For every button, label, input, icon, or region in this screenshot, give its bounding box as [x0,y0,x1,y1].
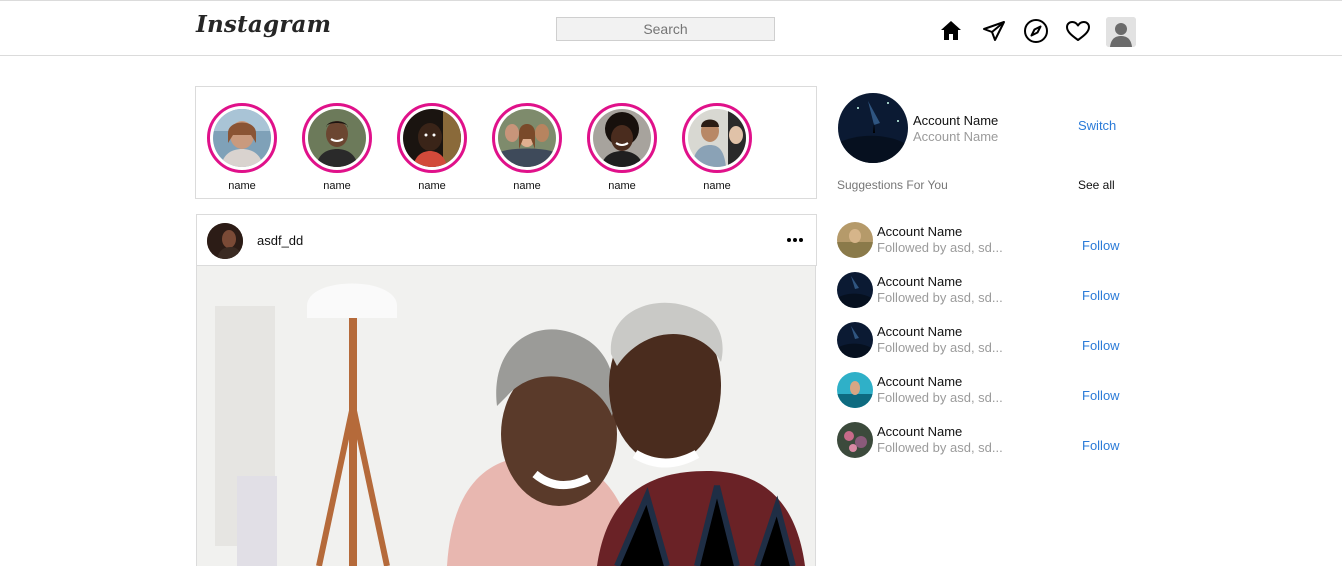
suggestion-name[interactable]: Account Name [877,424,962,439]
profile-avatar[interactable] [1106,17,1136,47]
direct-message-icon[interactable] [981,18,1007,44]
follow-button[interactable]: Follow [1082,338,1120,353]
suggestion-row: Account Name Followed by asd, sd... Foll… [837,422,1137,462]
activity-heart-icon[interactable] [1065,18,1091,44]
story-item[interactable]: name [299,103,375,192]
suggestions-heading: Suggestions For You [837,178,948,192]
story-item[interactable]: name [204,103,280,192]
suggestion-avatar[interactable] [837,272,873,308]
story-avatar [403,109,461,167]
story-item[interactable]: name [679,103,755,192]
suggestion-avatar[interactable] [837,372,873,408]
suggestion-followed-by: Followed by asd, sd... [877,240,1003,255]
story-item[interactable]: name [584,103,660,192]
current-user-name[interactable]: Account Name [913,113,998,128]
top-nav-bar: Instagram [0,0,1342,56]
story-name: name [228,180,256,192]
suggestion-followed-by: Followed by asd, sd... [877,390,1003,405]
story-item[interactable]: name [394,103,470,192]
story-item[interactable]: name [489,103,565,192]
current-user-subtitle: Account Name [913,129,999,144]
post-username[interactable]: asdf_dd [257,233,303,248]
story-avatar [308,109,366,167]
more-options-icon[interactable] [786,231,804,254]
story-name: name [608,180,636,192]
story-avatar [593,109,651,167]
suggestion-name[interactable]: Account Name [877,374,962,389]
story-name: name [418,180,446,192]
follow-button[interactable]: Follow [1082,288,1120,303]
suggestion-followed-by: Followed by asd, sd... [877,440,1003,455]
current-user-avatar[interactable] [838,93,908,163]
post-header: asdf_dd [196,214,817,266]
stories-tray: name name name name name name [195,86,817,199]
explore-icon[interactable] [1023,18,1049,44]
suggestion-avatar[interactable] [837,222,873,258]
follow-button[interactable]: Follow [1082,438,1120,453]
suggestion-row: Account Name Followed by asd, sd... Foll… [837,222,1137,262]
suggestion-row: Account Name Followed by asd, sd... Foll… [837,272,1137,312]
follow-button[interactable]: Follow [1082,388,1120,403]
home-icon[interactable] [938,18,964,44]
story-name: name [323,180,351,192]
instagram-logo[interactable]: Instagram [196,11,331,38]
suggestion-name[interactable]: Account Name [877,224,962,239]
suggestion-row: Account Name Followed by asd, sd... Foll… [837,372,1137,412]
story-name: name [513,180,541,192]
see-all-link[interactable]: See all [1078,178,1115,192]
post-image[interactable] [196,266,816,566]
story-avatar [498,109,556,167]
search-input[interactable] [556,17,775,41]
switch-account-link[interactable]: Switch [1078,118,1116,133]
suggestion-name[interactable]: Account Name [877,274,962,289]
story-name: name [703,180,731,192]
follow-button[interactable]: Follow [1082,238,1120,253]
post-author-avatar[interactable] [207,223,243,259]
suggestion-followed-by: Followed by asd, sd... [877,340,1003,355]
story-avatar [213,109,271,167]
suggestion-followed-by: Followed by asd, sd... [877,290,1003,305]
story-avatar [688,109,746,167]
suggestion-name[interactable]: Account Name [877,324,962,339]
suggestion-avatar[interactable] [837,322,873,358]
suggestion-row: Account Name Followed by asd, sd... Foll… [837,322,1137,362]
suggestion-avatar[interactable] [837,422,873,458]
